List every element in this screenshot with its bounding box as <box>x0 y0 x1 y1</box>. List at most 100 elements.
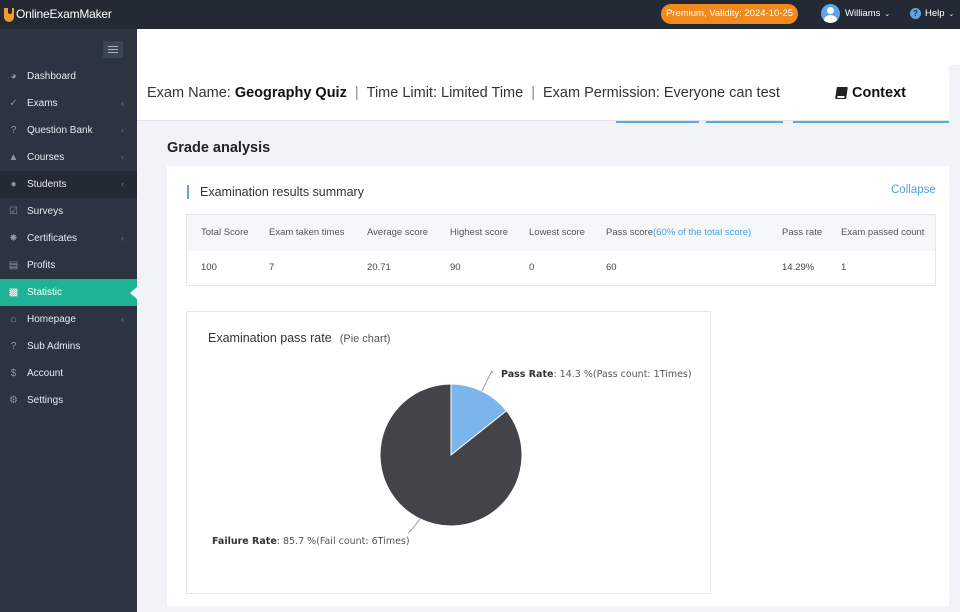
header-highest: Highest score <box>450 227 509 238</box>
sidebar-item-courses[interactable]: ▲ Courses ‹ <box>0 144 137 171</box>
chevron-left-icon: ‹ <box>121 152 124 162</box>
exam-info-line: Exam Name: Geography Quiz | Time Limit: Li… <box>147 85 780 101</box>
separator: | <box>354 85 359 101</box>
collapse-link[interactable]: Collapse <box>891 184 936 196</box>
sidebar-item-certificates[interactable]: ✸ Certificates ‹ <box>0 225 137 252</box>
help-menu[interactable]: ? Help ⌄ <box>910 8 954 19</box>
chart-title-text: Examination pass rate <box>208 331 332 345</box>
chevron-left-icon: ‹ <box>121 98 124 108</box>
sidebar-toggle-button[interactable] <box>103 41 123 58</box>
exam-info-bar: Exam Name: Geography Quiz | Time Limit: Li… <box>137 65 949 121</box>
sidebar-item-exams[interactable]: ✓ Exams ‹ <box>0 90 137 117</box>
header-pass-note: (60% of the total score) <box>653 227 752 238</box>
dollar-icon: $ <box>10 368 17 379</box>
sidebar-item-dashboard[interactable]: ◕ Dashboard <box>0 63 137 90</box>
sidebar-item-label: Exams <box>27 98 58 109</box>
sidebar-item-students[interactable]: ● Students ‹ <box>0 171 137 198</box>
sidebar-item-label: Settings <box>27 395 64 406</box>
exam-name-label: Exam Name: <box>147 85 235 101</box>
sidebar-item-label: Statistic <box>27 287 63 298</box>
header-passed-count: Exam passed count <box>841 227 925 238</box>
pie-chart: Pass Rate: 14.3 %(Pass count: 1Times) Fa… <box>212 369 692 547</box>
chevron-left-icon: ‹ <box>121 125 124 135</box>
content-header <box>137 29 960 65</box>
sidebar-item-label: Question Bank <box>27 125 93 136</box>
value-pass-score: 60 <box>606 262 617 273</box>
help-icon: ? <box>910 8 921 19</box>
home-icon: ⌂ <box>10 314 17 325</box>
value-total-score: 100 <box>201 262 217 273</box>
logo[interactable]: OnlineExamMaker <box>4 5 112 23</box>
separator: | <box>531 85 535 101</box>
sidebar-item-label: Students <box>27 179 67 190</box>
help-circle-icon: ? <box>10 341 17 352</box>
value-lowest: 0 <box>529 262 535 273</box>
context-label: Context <box>852 85 906 101</box>
tab-underline[interactable] <box>706 121 783 123</box>
value-average: 20.71 <box>367 262 391 273</box>
sidebar-item-account[interactable]: $ Account <box>0 360 137 387</box>
sidebar-item-label: Profits <box>27 260 56 271</box>
header-pass-rate: Pass rate <box>782 227 823 238</box>
sidebar-item-label: Surveys <box>27 206 64 217</box>
chart-title: Examination pass rate (Pie chart) <box>208 331 390 345</box>
certificate-icon: ✸ <box>9 233 18 244</box>
sidebar-item-sub-admins[interactable]: ? Sub Admins <box>0 333 137 360</box>
app-name: OnlineExamMaker <box>16 7 112 21</box>
pass-rate-label: Pass Rate: 14.3 %(Pass count: 1Times) <box>501 369 692 380</box>
value-passed-count: 1 <box>841 262 847 273</box>
time-limit: Time Limit: Limited Time <box>366 85 524 101</box>
header-taken-times: Exam taken times <box>269 227 345 238</box>
sidebar-item-label: Dashboard <box>27 71 76 82</box>
sidebar-item-question-bank[interactable]: ? Question Bank ‹ <box>0 117 137 144</box>
sidebar-item-profits[interactable]: ▤ Profits <box>0 252 137 279</box>
sidebar-item-surveys[interactable]: ☑ Surveys <box>0 198 137 225</box>
sidebar-item-label: Sub Admins <box>27 341 81 352</box>
value-taken-times: 7 <box>269 262 275 273</box>
top-bar: OnlineExamMaker Premium, Validity: 2024-… <box>0 0 960 29</box>
chevron-left-icon: ‹ <box>121 314 124 324</box>
header-lowest: Lowest score <box>529 227 585 238</box>
header-pass-score-label: Pass score <box>606 227 653 238</box>
tab-underline[interactable] <box>616 121 699 123</box>
pass-leader-line <box>481 370 494 392</box>
card-icon: ▤ <box>8 260 19 271</box>
question-icon: ? <box>10 125 17 136</box>
page-title: Grade analysis <box>167 140 271 156</box>
checkbox-icon: ☑ <box>9 206 18 217</box>
value-highest: 90 <box>450 262 461 273</box>
table-header: Total Score Exam taken times Average sco… <box>187 215 935 251</box>
summary-title: Examination results summary <box>187 185 364 199</box>
chevron-left-icon: ‹ <box>121 233 124 243</box>
logo-icon <box>4 6 14 22</box>
chevron-left-icon: ‹ <box>121 179 124 189</box>
gear-icon: ⚙ <box>9 395 18 406</box>
book-icon <box>835 87 848 99</box>
tab-underline[interactable] <box>793 121 949 123</box>
summary-card: Examination results summary Collapse Tot… <box>167 166 949 606</box>
exam-name-value: Geography Quiz <box>234 85 347 101</box>
sidebar-item-settings[interactable]: ⚙ Settings <box>0 387 137 414</box>
avatar <box>821 4 840 23</box>
check-circle-icon: ✓ <box>9 98 18 109</box>
graduation-cap-icon: ▲ <box>8 152 19 163</box>
user-name: Williams <box>845 8 881 19</box>
users-icon: ● <box>10 179 17 190</box>
header-average: Average score <box>367 227 429 238</box>
failure-rate-label: Failure Rate: 85.7 %(Fail count: 6Times) <box>212 536 410 547</box>
dashboard-icon: ◕ <box>10 71 17 82</box>
summary-table: Total Score Exam taken times Average sco… <box>186 214 936 286</box>
sidebar-item-label: Homepage <box>27 314 76 325</box>
context-button[interactable]: Context <box>835 85 906 101</box>
exam-permission: Exam Permission: Everyone can test <box>542 85 780 101</box>
user-menu[interactable]: Williams ⌄ <box>821 4 890 23</box>
sidebar-item-label: Courses <box>27 152 65 163</box>
sidebar-nav: ◕ Dashboard ✓ Exams ‹ ? Question Bank ‹ … <box>0 63 137 414</box>
chevron-down-icon: ⌄ <box>948 10 955 18</box>
sidebar-item-statistic[interactable]: ▩ Statistic <box>0 279 137 306</box>
chart-subtitle: (Pie chart) <box>339 333 391 345</box>
help-label: Help <box>925 8 945 19</box>
sidebar-item-label: Certificates <box>27 233 78 244</box>
sidebar-item-homepage[interactable]: ⌂ Homepage ‹ <box>0 306 137 333</box>
premium-badge[interactable]: Premium, Validity: 2024-10-25 <box>661 4 798 24</box>
